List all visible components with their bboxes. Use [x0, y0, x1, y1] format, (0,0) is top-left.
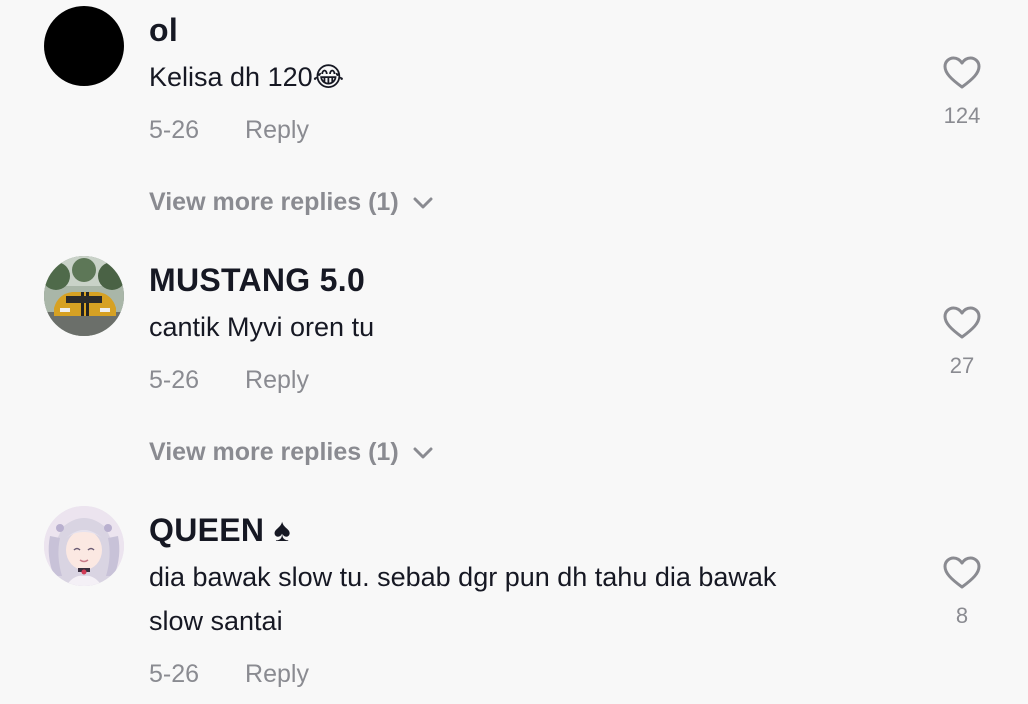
- reply-button[interactable]: Reply: [245, 366, 309, 394]
- comment-text: cantik Myvi oren tu: [149, 312, 375, 342]
- heart-outline-icon[interactable]: [943, 306, 981, 340]
- like-button[interactable]: 124: [940, 56, 984, 129]
- comment-text-line-2: slow santai: [149, 606, 283, 636]
- view-more-replies-button[interactable]: View more replies (1): [149, 438, 433, 467]
- comment-text: Kelisa dh 120😂: [149, 62, 345, 92]
- comment-text-line-1: dia bawak slow tu. sebab dgr pun dh tahu…: [149, 562, 777, 592]
- like-button[interactable]: 27: [940, 306, 984, 379]
- like-button[interactable]: 8: [940, 556, 984, 629]
- like-count: 124: [943, 103, 981, 128]
- avatar-image: [44, 256, 124, 336]
- reply-button[interactable]: Reply: [245, 660, 309, 688]
- comment-meta: 5-26 Reply: [149, 116, 309, 145]
- avatar-image: [44, 506, 124, 586]
- heart-outline-icon[interactable]: [943, 56, 981, 90]
- like-count: 27: [949, 353, 975, 378]
- heart-outline-icon[interactable]: [943, 556, 981, 590]
- comment-date: 5-26: [149, 116, 200, 144]
- avatar[interactable]: [44, 6, 124, 86]
- comment-meta: 5-26 Reply: [149, 366, 309, 395]
- view-more-label: View more replies (1): [149, 438, 399, 466]
- comment-username[interactable]: ol: [149, 10, 178, 50]
- chevron-down-icon: [413, 197, 433, 208]
- like-count: 8: [955, 603, 969, 628]
- comment-date: 5-26: [149, 366, 200, 394]
- view-more-replies-button[interactable]: View more replies (1): [149, 188, 433, 217]
- view-more-label: View more replies (1): [149, 188, 399, 216]
- avatar[interactable]: [44, 506, 124, 586]
- avatar[interactable]: [44, 256, 124, 336]
- comment-username[interactable]: QUEEN ♠: [149, 510, 291, 550]
- comment-meta: 5-26 Reply: [149, 660, 309, 689]
- reply-button[interactable]: Reply: [245, 116, 309, 144]
- comment-username[interactable]: MUSTANG 5.0: [149, 260, 365, 300]
- comment-date: 5-26: [149, 660, 200, 688]
- chevron-down-icon: [413, 447, 433, 458]
